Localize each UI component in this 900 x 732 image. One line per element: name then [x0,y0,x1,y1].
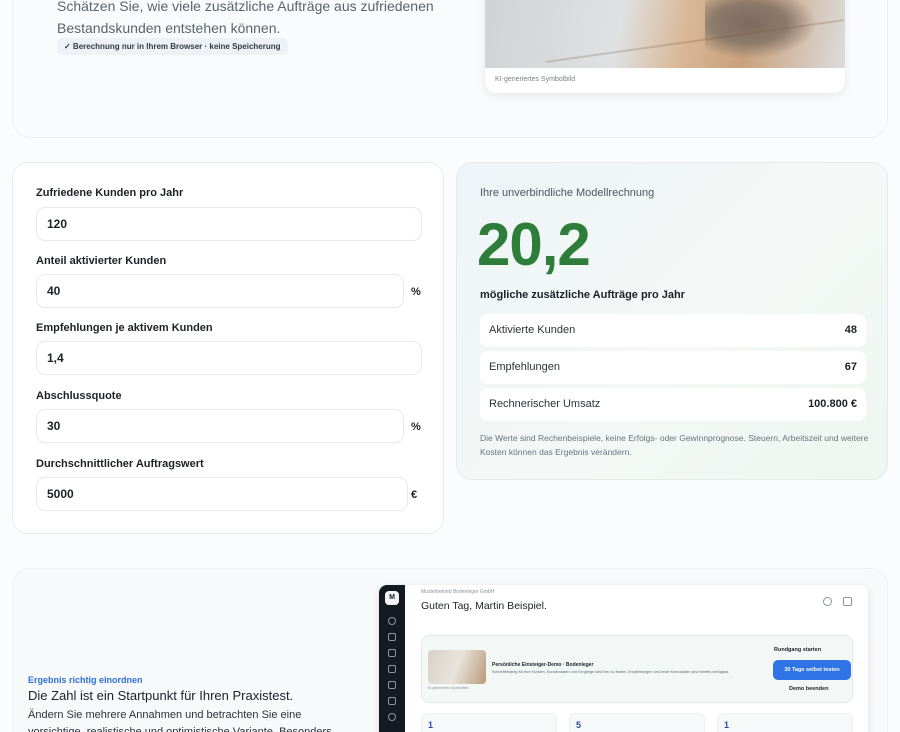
stat-value: 5 [576,720,582,730]
thumbnail-caption: KI-generiertes Symbolbild [428,686,469,690]
section-heading: Die Zahl ist ein Startpunkt für Ihren Pr… [28,688,294,703]
calculator-form: Zufriedene Kunden pro Jahr 120 Anteil ak… [12,162,444,534]
result-row-value: 67 [844,361,857,373]
percent-unit: % [411,421,421,433]
external-link-icon [843,597,852,606]
result-card: Ihre unverbindliche Modellrechnung 20,2 … [456,162,888,480]
label-closing-rate: Abschlussquote [36,390,122,402]
dashboard-icon [388,633,396,641]
label-referrals-per-customer: Empfehlungen je aktivem Kunden [36,322,213,334]
result-row-value: 100.800 € [808,398,857,410]
welcome-thumbnail [428,650,486,684]
location-icon [388,713,396,721]
result-row-label: Rechnerischer Umsatz [489,398,601,410]
result-row-value: 48 [844,324,857,336]
app-company-name: Musterbetrieb Bodenleger GmbH [421,589,495,595]
result-row-label: Aktivierte Kunden [489,324,576,336]
help-icon [823,597,832,606]
hero-description: Schätzen Sie, wie viele zusätzliche Auft… [57,0,434,36]
euro-unit: € [411,489,418,501]
list-icon [388,697,396,705]
section-kicker: Ergebnis richtig einordnen [28,675,143,685]
percent-unit: % [411,286,421,298]
end-demo-button[interactable]: Demo beenden [789,686,828,692]
app-greeting: Guten Tag, Martin Beispiel. [421,600,547,612]
average-order-value-input[interactable]: 5000 [36,477,408,511]
result-value: 20,2 [477,211,591,278]
privacy-badge: ✓ Berechnung nur in Ihrem Browser · kein… [57,38,288,55]
flooring-worker-image [485,0,845,68]
app-preview-screenshot: M Musterbetrieb Bodenleger GmbH Guten Ta… [379,585,868,732]
result-kicker: Ihre unverbindliche Modellrechnung [480,187,655,199]
app-logo: M [385,591,399,605]
start-tour-button[interactable]: Rundgang starten [774,647,821,653]
result-row-revenue: Rechnerischer Umsatz 100.800 € [480,388,866,421]
stat-tile: 1 [421,713,557,732]
stat-value: 1 [428,720,434,730]
home-icon [388,617,396,625]
users-icon [388,649,396,657]
satisfied-customers-input[interactable]: 120 [36,207,422,241]
filter-icon [388,665,396,673]
result-row-referrals: Empfehlungen 67 [480,351,866,384]
image-caption: KI-generiertes Symbolbild [495,76,576,83]
section-body: Ändern Sie mehrere Annahmen und betracht… [28,709,332,732]
calendar-icon [388,681,396,689]
app-sidebar: M [379,585,405,732]
label-satisfied-customers: Zufriedene Kunden pro Jahr [36,187,184,199]
hero-image-card: KI-generiertes Symbolbild [485,0,845,93]
welcome-title: Persönliche Einsteiger-Demo · Bodenleger [492,662,594,668]
closing-rate-input[interactable]: 30 [36,409,404,443]
disclaimer-note: Die Werte sind Rechenbeispiele, keine Er… [480,433,869,457]
stat-value: 1 [724,720,730,730]
activated-share-input[interactable]: 40 [36,274,404,308]
referrals-per-customer-input[interactable]: 1,4 [36,341,422,375]
stat-tile: 5 [569,713,705,732]
worker-figure [705,0,815,58]
trial-button[interactable]: 30 Tage selbst testen [773,660,851,680]
stat-tile: 1 [717,713,853,732]
label-activated-share: Anteil aktivierter Kunden [36,255,167,267]
result-row-activated: Aktivierte Kunden 48 [480,314,866,347]
result-description: mögliche zusätzliche Aufträge pro Jahr [480,289,685,301]
result-row-label: Empfehlungen [489,361,560,373]
welcome-text: Schnelleinstieg für Ihre Kunden, Kundend… [492,670,730,674]
label-average-order-value: Durchschnittlicher Auftragswert [36,458,204,470]
